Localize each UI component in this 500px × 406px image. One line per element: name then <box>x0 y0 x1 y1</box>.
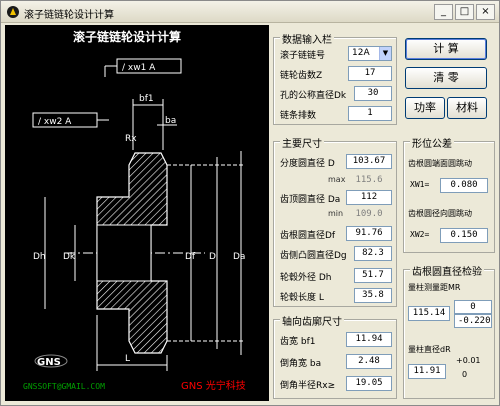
dim-bf1: bf1 <box>139 94 154 104</box>
dim-da: Da <box>233 252 245 262</box>
dr-lower: 0 <box>462 370 468 379</box>
dim-dh: Dh <box>33 252 46 262</box>
min-label: min <box>328 209 344 218</box>
chamfer-w-value: 2.48 <box>346 354 392 369</box>
tolerance-frame-1-text: / xw1 A <box>122 63 156 73</box>
calculate-button[interactable]: 计 算 <box>405 38 487 60</box>
max-label: max <box>328 175 346 184</box>
bore-label: 孔的公称直径Dk <box>280 91 347 101</box>
width-label: 齿宽 bf1 <box>280 337 316 347</box>
root-label: 齿根圆直径Df <box>280 231 336 241</box>
hub-len-value: 35.8 <box>354 288 392 303</box>
dim-d: D <box>209 252 216 262</box>
root-value: 91.76 <box>346 226 392 241</box>
minimize-button[interactable]: _ <box>434 4 453 20</box>
power-button[interactable]: 功率 <box>405 97 445 119</box>
axial-group: 轴向齿廓尺寸 齿宽 bf1 11.94 倒角宽 ba 2.48 倒角半径Rx≥ … <box>273 313 397 399</box>
dim-l: L <box>125 354 130 364</box>
chain-no-value: 12A <box>352 48 370 58</box>
tip-value: 112 <box>346 190 392 205</box>
inspect-group: 齿根圆直径检验 量柱测量距MR 115.14 0 -0.220 量柱直径dR 1… <box>403 263 495 399</box>
xw1-value: 0.080 <box>440 178 488 193</box>
chevron-down-icon[interactable]: ▼ <box>379 47 391 60</box>
min-value: 109.0 <box>355 209 383 219</box>
axial-legend: 轴向齿廓尺寸 <box>280 313 344 328</box>
drawing-heading: 滚子链链轮设计计算 <box>73 29 181 44</box>
hub-len-label: 轮毂长度 L <box>280 293 324 303</box>
bore <box>96 224 152 282</box>
radial-runout-label: 齿根圆径向圆跳动 <box>408 209 472 218</box>
flange-value: 82.3 <box>354 246 392 261</box>
sprocket-drawing-svg: 滚子链链轮设计计算 / xw1 A / xw2 A bf1 ba Rx Dh D… <box>23 29 246 392</box>
brand-text: GNS 光宁科技 <box>181 379 246 392</box>
pitch-value: 103.67 <box>346 154 392 169</box>
inspect-legend: 齿根圆直径检验 <box>410 263 484 278</box>
pitch-label: 分度圆直径 D <box>280 159 335 169</box>
tolerance-frame-2-text: / xw2 A <box>38 117 72 127</box>
tolerance-legend: 形位公差 <box>410 135 454 150</box>
window-title: 滚子链链轮设计计算 <box>24 10 114 21</box>
rows-label: 链条排数 <box>280 111 317 121</box>
tolerance-group: 形位公差 齿根圆端面圆跳动 XW1= 0.080 齿根圆径向圆跳动 XW2= 0… <box>403 135 495 253</box>
gns-logo: GNS <box>37 357 61 368</box>
email-text: GNSSOFT@GMAIL.COM <box>23 382 105 391</box>
dr-upper: +0.01 <box>456 356 481 365</box>
dim-rx: Rx <box>125 134 137 144</box>
flange-label: 齿侧凸圆直径Dg <box>280 251 347 261</box>
xw1-label: XW1= <box>410 180 430 189</box>
chamfer-w-label: 倒角宽 ba <box>280 359 322 369</box>
clear-button[interactable]: 清 零 <box>405 67 487 89</box>
chain-no-label: 滚子链链号 <box>280 51 326 61</box>
xw2-value: 0.150 <box>440 228 488 243</box>
title-bar[interactable]: 滚子链链轮设计计算 _ □ × <box>1 1 499 23</box>
input-group: 数据输入栏 滚子链链号 12A ▼ 链轮齿数Z 17 孔的公称直径Dk 30 链… <box>273 31 397 125</box>
xw2-label: XW2= <box>410 230 430 239</box>
dr-value: 11.91 <box>408 364 446 379</box>
main-dims-legend: 主要尺寸 <box>280 135 324 150</box>
teeth-label: 链轮齿数Z <box>280 71 323 81</box>
tip-label: 齿顶圆直径 Da <box>280 195 341 205</box>
mr-upper: 0 <box>454 300 492 314</box>
maximize-button[interactable]: □ <box>455 4 474 20</box>
teeth-input[interactable]: 17 <box>348 66 392 81</box>
sprocket-drawing: 滚子链链轮设计计算 / xw1 A / xw2 A bf1 ba Rx Dh D… <box>5 25 269 401</box>
mr-lower: -0.220 <box>454 314 492 328</box>
hub-od-value: 51.7 <box>354 268 392 283</box>
dim-df: Df <box>185 252 196 262</box>
max-value: 115.6 <box>355 175 383 185</box>
dim-dk: Dk <box>63 252 76 262</box>
app-window: 滚子链链轮设计计算 _ □ × 滚子链链轮设计计算 / xw1 A / xw2 … <box>0 0 500 406</box>
chamfer-r-value: 19.05 <box>346 376 392 391</box>
width-value: 11.94 <box>346 332 392 347</box>
mr-value: 115.14 <box>408 306 450 321</box>
mr-label: 量柱测量距MR <box>408 283 461 292</box>
close-button[interactable]: × <box>476 4 495 20</box>
hub-od-label: 轮毂外径 Dh <box>280 273 332 283</box>
face-runout-label: 齿根圆端面圆跳动 <box>408 159 472 168</box>
material-button[interactable]: 材料 <box>447 97 487 119</box>
dr-label: 量柱直径dR <box>408 345 451 354</box>
chain-no-select[interactable]: 12A ▼ <box>348 46 392 61</box>
bore-input[interactable]: 30 <box>354 86 392 101</box>
app-icon <box>7 6 19 18</box>
chamfer-r-label: 倒角半径Rx≥ <box>280 381 336 391</box>
input-legend: 数据输入栏 <box>280 31 334 46</box>
rows-input[interactable]: 1 <box>348 106 392 121</box>
main-dims-group: 主要尺寸 分度圆直径 D 103.67 max 115.6 齿顶圆直径 Da 1… <box>273 135 397 307</box>
